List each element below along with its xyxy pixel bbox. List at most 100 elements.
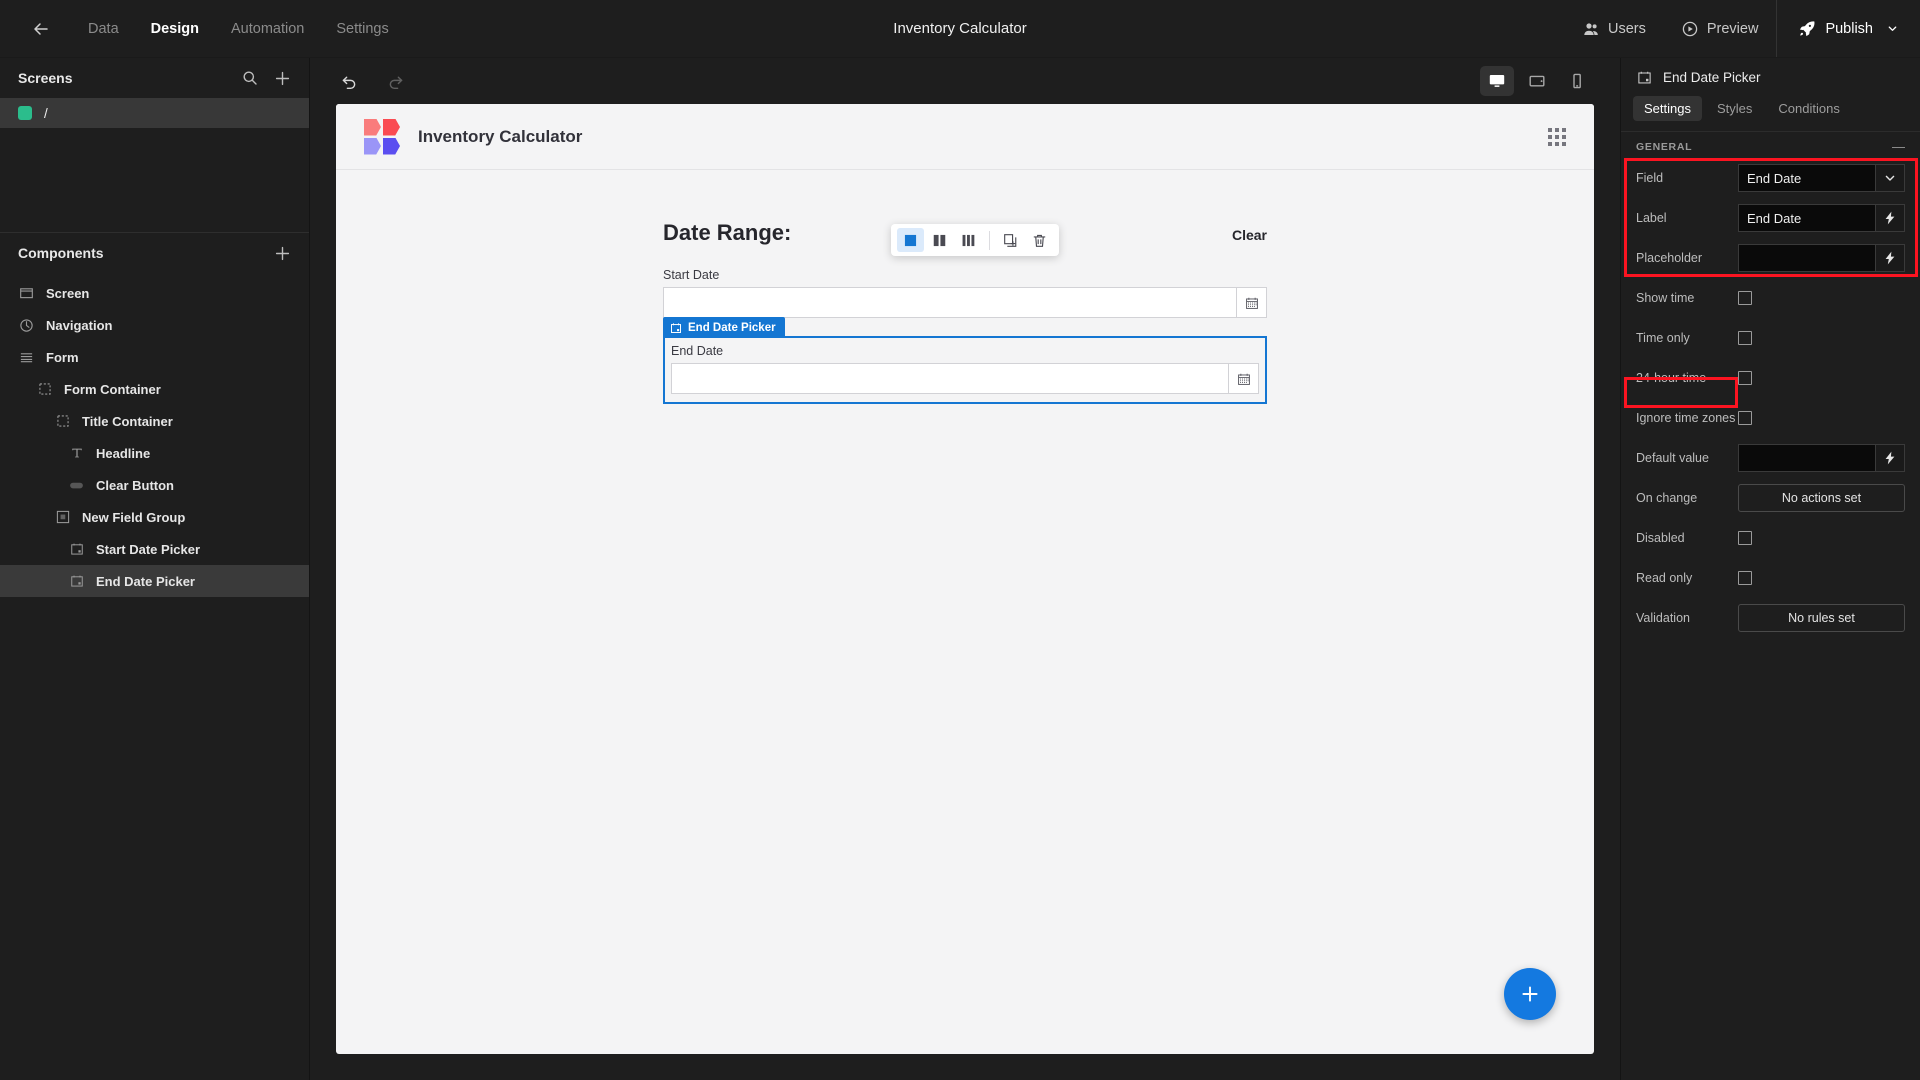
row-control: No actions set [1738, 484, 1905, 512]
device-desktop-button[interactable] [1480, 66, 1514, 96]
tab-settings[interactable]: Settings [1633, 96, 1702, 121]
validation-button[interactable]: No rules set [1738, 604, 1905, 632]
tree-item-label: Navigation [46, 317, 113, 333]
single-column-icon [904, 234, 917, 246]
field-select-group[interactable]: End Date [1738, 164, 1905, 192]
end-date-input[interactable] [672, 364, 1228, 393]
label-binding-button[interactable] [1875, 204, 1905, 232]
preview-button[interactable]: Preview [1664, 0, 1777, 57]
placeholder-input-group[interactable] [1738, 244, 1905, 272]
device-tablet-button[interactable] [1520, 66, 1554, 96]
on-change-button[interactable]: No actions set [1738, 484, 1905, 512]
row-placeholder: Placeholder [1621, 238, 1920, 278]
clear-button[interactable]: Clear [1232, 227, 1267, 246]
tab-automation[interactable]: Automation [215, 15, 320, 43]
container-icon [54, 413, 71, 430]
row-label: Read only [1636, 571, 1693, 585]
ignore-time-zones-checkbox[interactable] [1738, 411, 1752, 425]
duplicate-button[interactable] [997, 228, 1024, 252]
tree-item-headline[interactable]: Headline [0, 437, 309, 469]
publish-button[interactable]: Publish [1776, 0, 1920, 57]
selection-tag: End Date Picker [663, 317, 785, 338]
time-only-checkbox[interactable] [1738, 331, 1752, 345]
default-value-input-group[interactable] [1738, 444, 1905, 472]
one-column-button[interactable] [897, 228, 924, 252]
screen-item-root[interactable]: / [0, 98, 309, 128]
row-default-value: Default value [1621, 438, 1920, 478]
add-component-fab[interactable] [1504, 968, 1556, 1020]
field-select-chevron[interactable] [1875, 164, 1905, 192]
top-nav: Data Design Automation Settings [72, 15, 405, 43]
start-date-input[interactable] [664, 288, 1236, 317]
search-screens-button[interactable] [242, 70, 258, 86]
row-control: No rules set [1738, 604, 1905, 632]
device-mobile-button[interactable] [1560, 66, 1594, 96]
placeholder-binding-button[interactable] [1875, 244, 1905, 272]
row-label: Ignore time zones [1636, 411, 1736, 425]
tab-settings[interactable]: Settings [320, 15, 404, 43]
screens-title: Screens [18, 70, 73, 86]
tree-item-form[interactable]: Form [0, 341, 309, 373]
label-input[interactable]: End Date [1738, 204, 1875, 232]
row-label: Show time [1636, 291, 1695, 305]
grid-dots-icon[interactable] [1548, 127, 1566, 146]
canvas-viewport: Inventory Calculator Date Range: Clear S… [310, 104, 1620, 1080]
tree-item-clear-button[interactable]: Clear Button [0, 469, 309, 501]
chevron-down-icon [1888, 26, 1897, 31]
tree-item-label: Title Container [82, 413, 173, 429]
show-time-checkbox[interactable] [1738, 291, 1752, 305]
two-columns-button[interactable] [926, 228, 953, 252]
plus-icon [275, 246, 290, 260]
label-input-group[interactable]: End Date [1738, 204, 1905, 232]
add-component-button[interactable] [274, 245, 291, 262]
tree-item-screen[interactable]: Screen [0, 277, 309, 309]
tree-item-title-container[interactable]: Title Container [0, 405, 309, 437]
tree-item-navigation[interactable]: Navigation [0, 309, 309, 341]
minus-icon[interactable]: — [1892, 140, 1905, 153]
read-only-checkbox[interactable] [1738, 571, 1752, 585]
screens-list: / [0, 98, 309, 132]
default-value-binding-button[interactable] [1875, 444, 1905, 472]
components-actions [274, 245, 291, 262]
three-columns-button[interactable] [955, 228, 982, 252]
users-button[interactable]: Users [1565, 0, 1664, 57]
screen-status-dot [18, 106, 32, 120]
row-label: Default value [1636, 451, 1709, 465]
end-date-calendar-button[interactable] [1228, 364, 1258, 393]
default-value-input[interactable] [1738, 444, 1875, 472]
tree-item-start-date-picker[interactable]: Start Date Picker [0, 533, 309, 565]
tree-item-form-container[interactable]: Form Container [0, 373, 309, 405]
end-date-field[interactable]: End Date Picker End Date [663, 317, 1267, 404]
undo-icon [342, 76, 355, 89]
redo-button[interactable] [382, 68, 408, 94]
delete-button[interactable] [1026, 228, 1053, 252]
tab-conditions[interactable]: Conditions [1767, 96, 1850, 121]
start-date-input-wrap[interactable] [663, 287, 1267, 318]
disabled-checkbox[interactable] [1738, 531, 1752, 545]
end-date-input-wrap[interactable] [671, 363, 1259, 394]
row-control [1738, 371, 1905, 385]
general-section-title: GENERAL [1636, 141, 1693, 153]
tree-item-new-field-group[interactable]: New Field Group [0, 501, 309, 533]
right-settings-panel: End Date Picker Settings Styles Conditio… [1620, 58, 1920, 1080]
tree-item-end-date-picker[interactable]: End Date Picker [0, 565, 309, 597]
start-date-calendar-button[interactable] [1236, 288, 1266, 317]
mobile-icon [1573, 73, 1581, 89]
logo-shape-bottom-right [383, 137, 400, 155]
top-bar-actions: Users Preview Publish [1565, 0, 1920, 57]
canvas-toolbar [310, 58, 1620, 104]
users-icon [1584, 22, 1598, 35]
tab-data[interactable]: Data [72, 15, 135, 43]
screen-icon [18, 285, 35, 302]
text-icon [68, 445, 85, 462]
tab-styles[interactable]: Styles [1706, 96, 1763, 121]
row-control: End Date [1738, 164, 1905, 192]
row-control [1738, 411, 1905, 425]
twenty-four-hour-time-checkbox[interactable] [1738, 371, 1752, 385]
undo-button[interactable] [336, 68, 362, 94]
back-button[interactable] [24, 12, 58, 46]
field-select-value[interactable]: End Date [1738, 164, 1875, 192]
tab-design[interactable]: Design [135, 15, 215, 43]
placeholder-input[interactable] [1738, 244, 1875, 272]
add-screen-button[interactable] [274, 70, 291, 87]
